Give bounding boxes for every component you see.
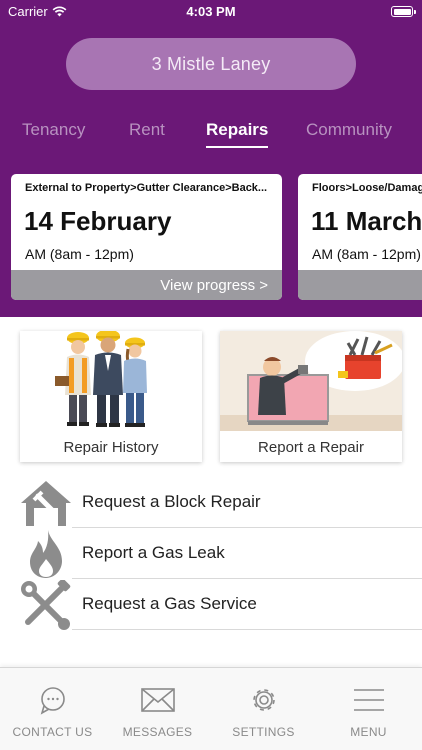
list-item-label: Report a Gas Leak: [82, 543, 225, 562]
repair-history-tile[interactable]: Repair History: [20, 331, 202, 462]
tab-rent[interactable]: Rent: [129, 120, 165, 140]
list-item-label: Request a Gas Service: [82, 594, 257, 613]
header: Carrier 4:03 PM 3 Mistle Laney Tenancy R…: [0, 0, 422, 317]
repair-category: Floors>Loose/Damage: [312, 182, 422, 194]
envelope-icon: [105, 684, 210, 716]
list-item-label: Request a Block Repair: [82, 492, 261, 511]
repair-time-slot: AM (8am - 12pm): [312, 246, 421, 262]
repair-time-slot: AM (8am - 12pm): [25, 246, 134, 262]
report-gas-leak-item[interactable]: Report a Gas Leak: [0, 528, 422, 579]
repair-category: External to Property>Gutter Clearance>Ba…: [25, 182, 268, 194]
bottom-tab-bar: CONTACT US MESSAGES SETTINGS MENU: [0, 667, 422, 750]
repair-date: 14 February: [24, 206, 172, 236]
repair-card[interactable]: Floors>Loose/Damage 11 March AM (8am - 1…: [298, 174, 422, 300]
tab-menu[interactable]: MENU: [316, 668, 421, 750]
tab-label: MESSAGES: [122, 725, 193, 739]
tab-contact-us[interactable]: CONTACT US: [0, 668, 105, 750]
battery-icon: [391, 6, 416, 17]
tab-repairs[interactable]: Repairs: [206, 120, 269, 148]
address-selector[interactable]: 3 Mistle Laney: [66, 38, 356, 90]
tab-community[interactable]: Community: [306, 120, 392, 140]
tab-label: MENU: [350, 725, 387, 739]
repair-actions-list: Request a Block Repair Report a Gas Leak: [0, 477, 422, 630]
status-bar: Carrier 4:03 PM: [0, 0, 422, 24]
tile-label: Repair History: [63, 439, 159, 456]
tab-label: SETTINGS: [232, 725, 295, 739]
repair-date: 11 March: [311, 206, 422, 236]
tab-settings-nav[interactable]: SETTINGS: [211, 668, 316, 750]
report-repair-illustration: [220, 331, 402, 431]
status-time: 4:03 PM: [186, 4, 236, 19]
gear-icon: [211, 684, 316, 716]
flame-icon: [20, 528, 72, 579]
tab-label: CONTACT US: [12, 725, 93, 739]
tab-messages[interactable]: MESSAGES: [105, 668, 210, 750]
repair-cards-carousel[interactable]: External to Property>Gutter Clearance>Ba…: [0, 174, 422, 300]
repairs-screen: Carrier 4:03 PM 3 Mistle Laney Tenancy R…: [0, 0, 422, 750]
request-block-repair-item[interactable]: Request a Block Repair: [0, 477, 422, 528]
view-progress-button[interactable]: View progress >: [11, 270, 282, 300]
workers-illustration: [20, 331, 202, 431]
wrench-screwdriver-icon: [20, 579, 72, 630]
hamburger-menu-icon: [316, 684, 421, 716]
report-repair-tile[interactable]: Report a Repair: [220, 331, 402, 462]
tile-label: Report a Repair: [258, 439, 364, 456]
request-gas-service-item[interactable]: Request a Gas Service: [0, 579, 422, 630]
tab-tenancy[interactable]: Tenancy: [22, 120, 85, 140]
divider: [72, 629, 422, 630]
view-progress-button[interactable]: [298, 270, 422, 300]
chat-bubble-icon: [0, 684, 105, 716]
repair-card[interactable]: External to Property>Gutter Clearance>Ba…: [11, 174, 282, 300]
house-repair-icon: [20, 477, 72, 528]
section-tabs: Tenancy Rent Repairs Community: [0, 120, 422, 152]
